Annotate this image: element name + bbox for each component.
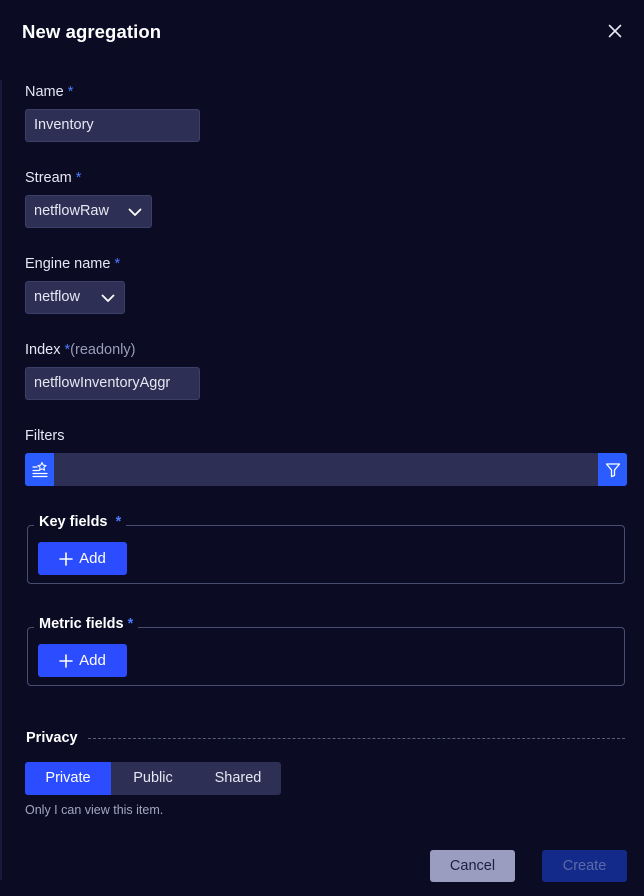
- add-metric-field-button[interactable]: Add: [38, 644, 127, 677]
- engine-required-marker: *: [114, 256, 121, 272]
- filter-icon[interactable]: [598, 453, 627, 486]
- stream-label-text: Stream: [25, 170, 72, 186]
- stream-select[interactable]: netflowRaw: [25, 195, 152, 228]
- dialog-title: New agregation: [22, 21, 162, 42]
- key-fields-required-marker: *: [115, 514, 122, 530]
- name-label: Name *: [25, 84, 73, 100]
- index-label-text: Index: [25, 342, 61, 358]
- metric-fields-required-marker: *: [127, 616, 134, 632]
- filters-label: Filters: [25, 428, 65, 444]
- metric-fields-legend: Metric fields *: [34, 616, 139, 632]
- stream-label: Stream *: [25, 170, 81, 186]
- metric-fields-legend-text: Metric fields: [39, 616, 124, 632]
- dialog-edge: [0, 80, 2, 880]
- key-fields-group: Key fields * Add: [27, 514, 625, 584]
- close-icon[interactable]: [603, 19, 627, 43]
- engine-label: Engine name *: [25, 256, 120, 272]
- engine-label-text: Engine name: [25, 256, 111, 272]
- add-metric-field-label: Add: [79, 652, 106, 669]
- chevron-down-icon: [101, 294, 115, 302]
- privacy-option-public[interactable]: Public: [111, 762, 195, 795]
- saved-filters-icon[interactable]: [25, 453, 54, 486]
- key-fields-legend: Key fields *: [34, 514, 127, 530]
- plus-icon: [59, 653, 73, 668]
- name-label-text: Name: [25, 84, 64, 100]
- index-label: Index *(readonly): [25, 342, 135, 358]
- create-button[interactable]: Create: [542, 850, 627, 882]
- stream-required-marker: *: [75, 170, 82, 186]
- privacy-hint: Only I can view this item.: [25, 803, 164, 817]
- filters-bar[interactable]: [25, 453, 627, 486]
- stream-select-value: netflowRaw: [34, 203, 109, 219]
- privacy-label: Privacy: [26, 730, 78, 746]
- index-input: netflowInventoryAggr: [25, 367, 200, 400]
- new-aggregation-dialog: New agregation Name * Inventory Stream *…: [0, 0, 644, 896]
- add-key-field-label: Add: [79, 550, 106, 567]
- engine-select-value: netflow: [34, 289, 80, 305]
- plus-icon: [59, 551, 73, 566]
- index-readonly-note: (readonly): [70, 342, 136, 358]
- privacy-option-private[interactable]: Private: [25, 762, 111, 795]
- chevron-down-icon: [128, 208, 142, 216]
- cancel-button[interactable]: Cancel: [430, 850, 515, 882]
- key-fields-legend-text: Key fields: [39, 514, 108, 530]
- name-input[interactable]: Inventory: [25, 109, 200, 142]
- privacy-segmented-control: Private Public Shared: [25, 762, 281, 795]
- add-key-field-button[interactable]: Add: [38, 542, 127, 575]
- privacy-option-shared[interactable]: Shared: [195, 762, 281, 795]
- privacy-divider: [88, 738, 625, 739]
- engine-select[interactable]: netflow: [25, 281, 125, 314]
- name-required-marker: *: [67, 84, 74, 100]
- metric-fields-group: Metric fields * Add: [27, 616, 625, 686]
